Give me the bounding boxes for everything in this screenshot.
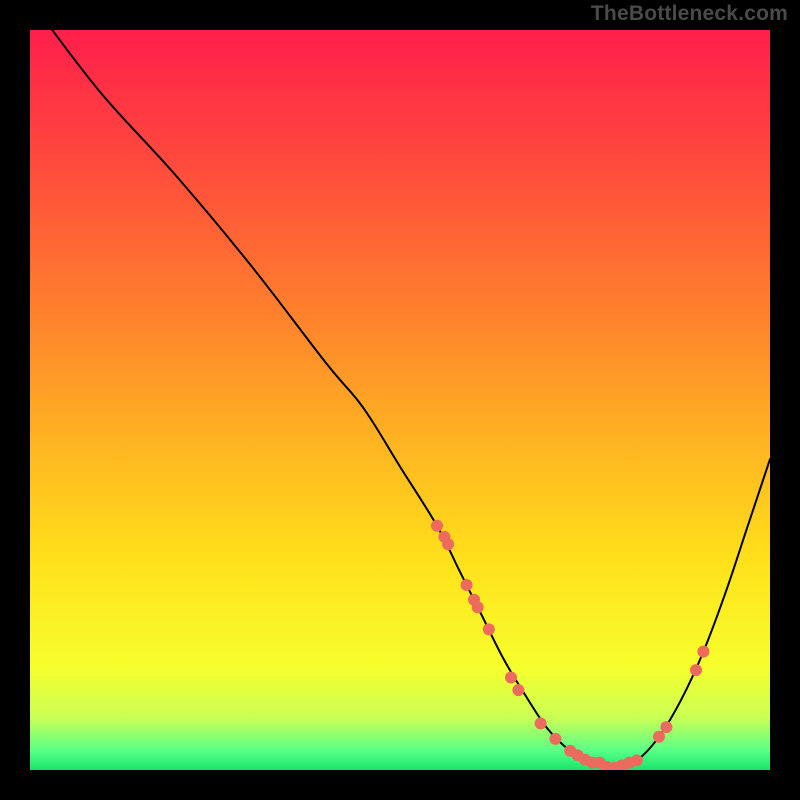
data-point xyxy=(660,721,672,733)
data-point xyxy=(505,672,517,684)
data-point xyxy=(483,623,495,635)
gradient-background xyxy=(30,30,770,770)
data-point xyxy=(512,684,524,696)
data-point xyxy=(461,579,473,591)
chart-svg xyxy=(30,30,770,770)
data-point xyxy=(442,538,454,550)
data-point xyxy=(631,754,643,766)
data-point xyxy=(535,717,547,729)
watermark-text: TheBottleneck.com xyxy=(591,2,788,26)
data-point xyxy=(431,520,443,532)
plot-area xyxy=(30,30,770,770)
data-point xyxy=(653,731,665,743)
data-point xyxy=(697,646,709,658)
data-point xyxy=(549,733,561,745)
data-point xyxy=(472,601,484,613)
chart-stage: TheBottleneck.com xyxy=(0,0,800,800)
data-point xyxy=(690,664,702,676)
